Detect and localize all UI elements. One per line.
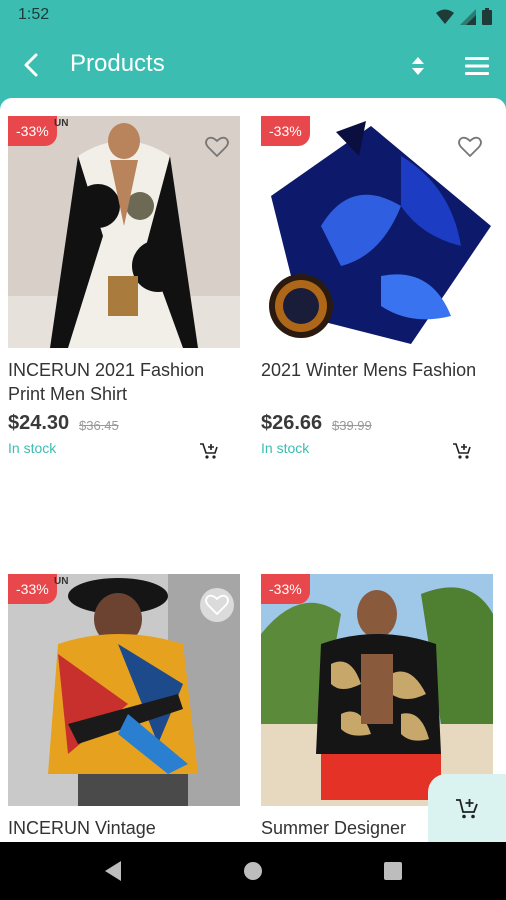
product-card[interactable]: -33% Summer Designer — [261, 574, 493, 838]
add-to-cart-icon — [453, 443, 471, 459]
favorite-button[interactable] — [200, 588, 234, 622]
product-price: $24.30 — [8, 412, 70, 434]
product-name[interactable]: INCERUN Vintage — [8, 816, 240, 840]
product-grid: -33% UN INCERUN 2021 Fashion Print Men S… — [0, 98, 506, 842]
add-to-cart-button[interactable] — [196, 438, 222, 464]
nav-recents-icon — [384, 862, 402, 880]
sort-button[interactable] — [402, 50, 434, 82]
discount-badge: -33% — [8, 574, 57, 604]
nav-home-icon — [244, 862, 262, 880]
discount-badge: -33% — [261, 574, 310, 604]
wifi-icon — [436, 9, 454, 24]
discount-badge: -33% — [261, 116, 310, 146]
product-card[interactable]: -33% UN INCERUN 2021 Fashion Print Men S… — [8, 116, 240, 459]
product-price: $26.66 — [261, 412, 323, 434]
sort-icon — [412, 57, 424, 75]
battery-icon — [482, 8, 492, 25]
back-button[interactable] — [14, 48, 48, 82]
add-to-cart-icon — [200, 443, 218, 459]
product-image[interactable]: -33% — [261, 116, 493, 348]
brand-watermark: UN — [54, 118, 69, 129]
nav-recents-button[interactable] — [380, 858, 406, 884]
cart-fab-button[interactable] — [428, 774, 506, 842]
status-bar: 1:52 — [0, 0, 506, 32]
add-to-cart-icon — [456, 799, 478, 819]
status-time: 1:52 — [18, 6, 50, 23]
nav-home-button[interactable] — [240, 858, 266, 884]
heart-outline-icon — [458, 136, 482, 157]
product-photo — [261, 574, 493, 806]
brand-watermark: UN — [54, 576, 69, 587]
status-icons — [436, 8, 492, 25]
nav-back-button[interactable] — [100, 858, 126, 884]
product-card[interactable]: -33% UN INCERUN Vintage — [8, 574, 240, 838]
product-image[interactable]: -33% UN — [8, 574, 240, 806]
page-title: Products — [70, 50, 165, 77]
product-card[interactable]: -33% 2021 Winter Mens Fashion $26.66 $39… — [261, 116, 493, 459]
heart-outline-icon — [205, 136, 229, 157]
nav-back-icon — [105, 861, 121, 881]
product-name[interactable]: 2021 Winter Mens Fashion — [261, 358, 493, 382]
discount-badge: -33% — [8, 116, 57, 146]
hamburger-menu-icon — [465, 57, 489, 75]
add-to-cart-button[interactable] — [449, 438, 475, 464]
arrow-left-icon — [24, 53, 38, 77]
product-image[interactable]: -33% — [261, 574, 493, 806]
favorite-button[interactable] — [200, 130, 234, 164]
product-old-price: $39.99 — [332, 418, 372, 433]
system-nav-bar — [0, 842, 506, 900]
favorite-button[interactable] — [453, 130, 487, 164]
stock-status: In stock — [261, 440, 310, 456]
heart-outline-icon — [205, 594, 229, 615]
app-bar: Products — [0, 32, 506, 98]
product-name[interactable]: INCERUN 2021 Fashion Print Men Shirt — [8, 358, 240, 406]
product-image[interactable]: -33% UN — [8, 116, 240, 348]
product-old-price: $36.45 — [79, 418, 119, 433]
menu-button[interactable] — [460, 50, 494, 82]
signal-icon — [460, 8, 476, 25]
stock-status: In stock — [8, 440, 57, 456]
